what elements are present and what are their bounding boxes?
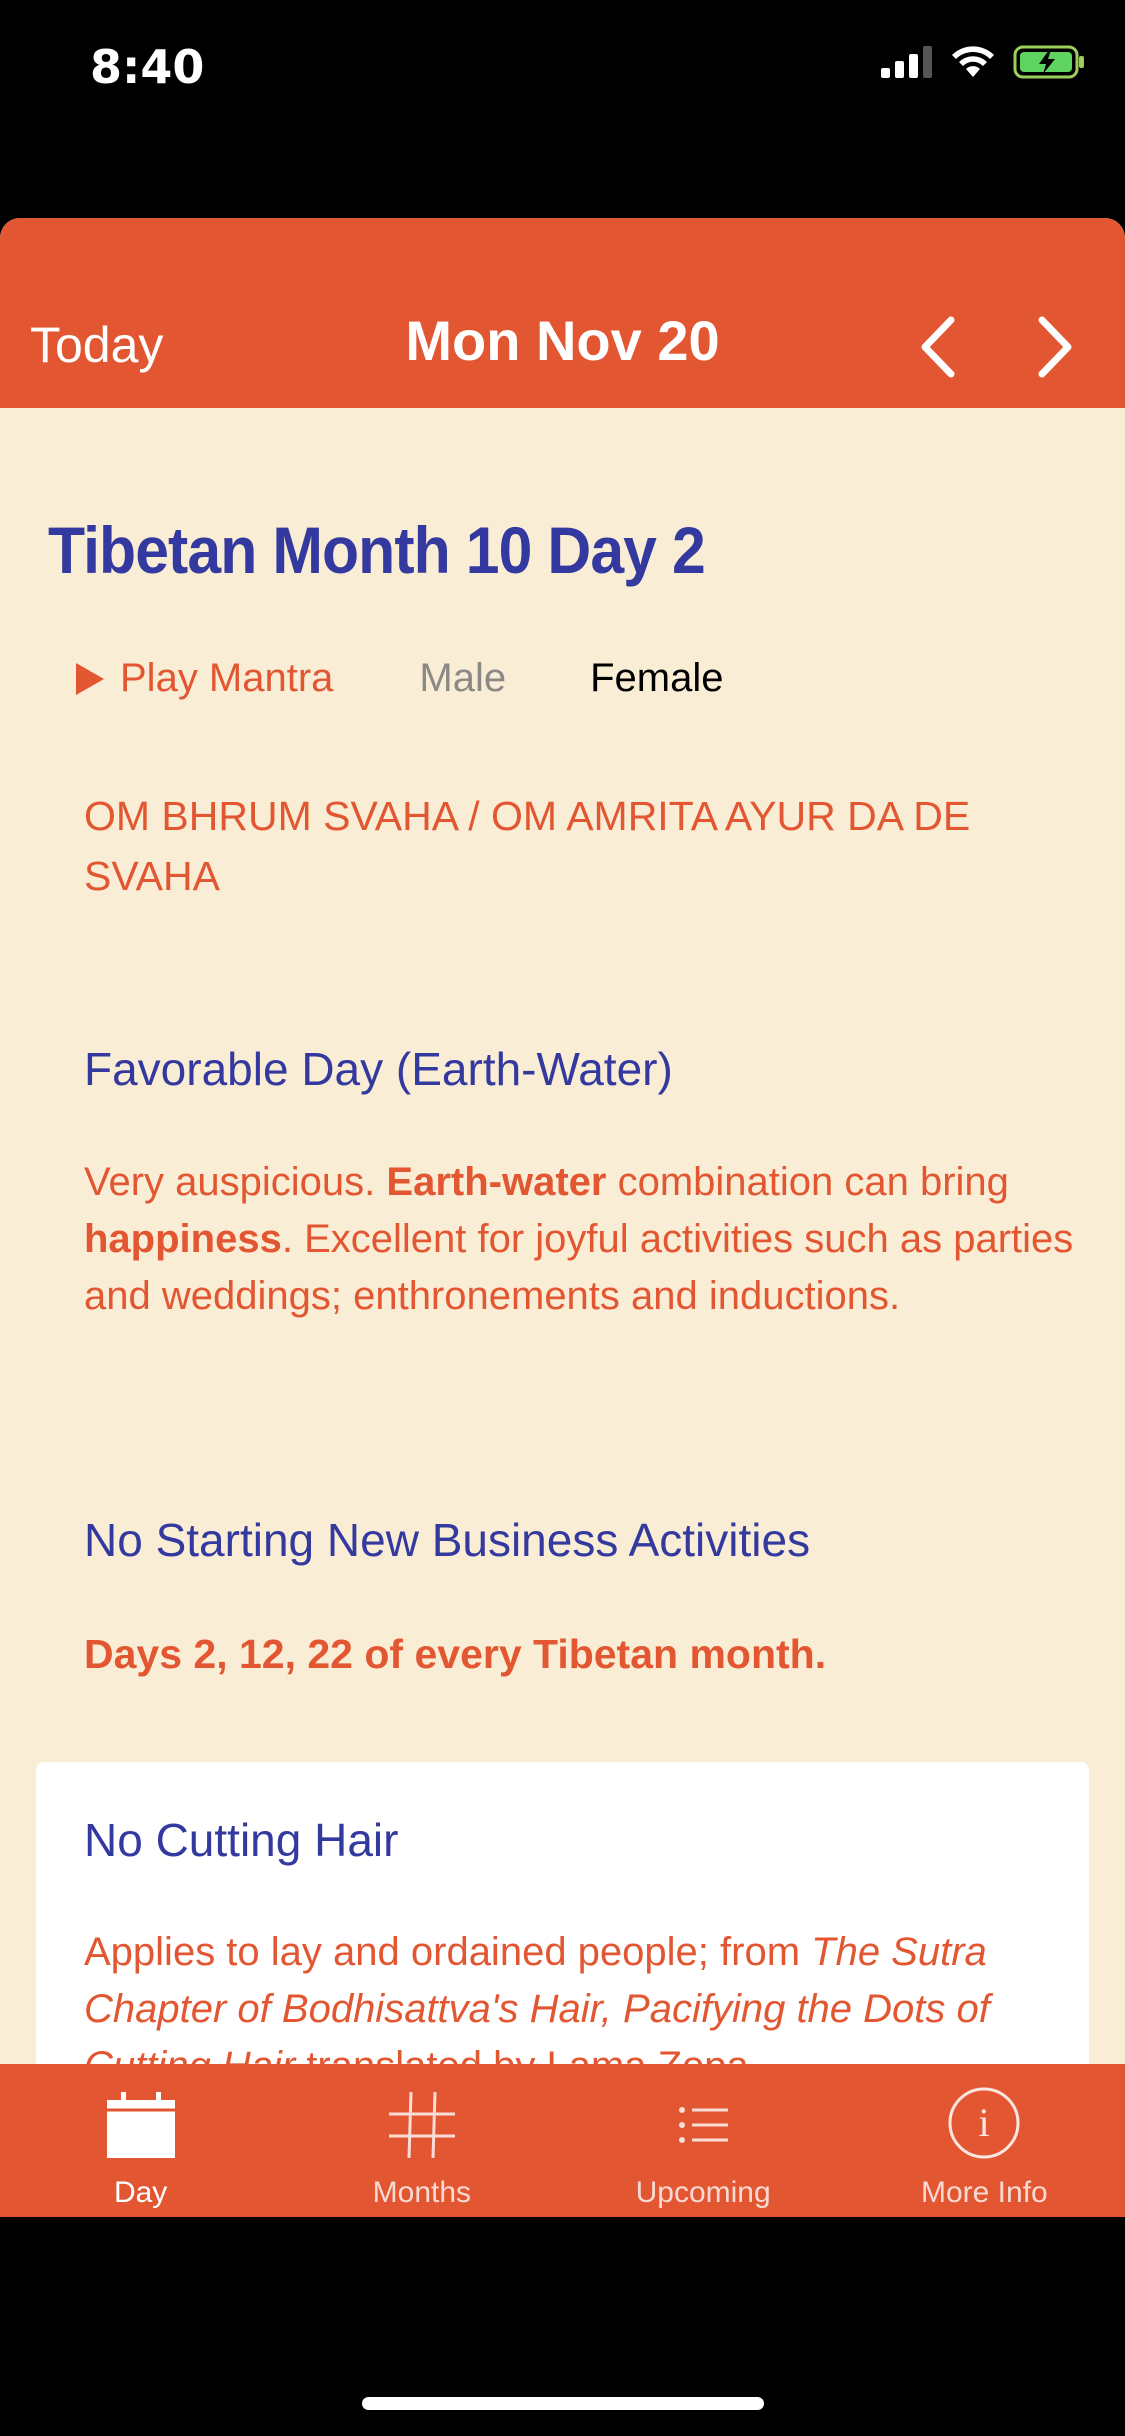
day-content[interactable]: Tibetan Month 10 Day 2 Play Mantra Male … bbox=[0, 408, 1125, 2217]
tab-upcoming[interactable]: Upcoming bbox=[563, 2064, 844, 2217]
play-icon[interactable] bbox=[76, 662, 104, 695]
body-text: Applies to lay and ordained people; from bbox=[84, 1930, 812, 1974]
battery-icon bbox=[1013, 45, 1084, 79]
next-day-button[interactable] bbox=[1030, 312, 1080, 382]
mantra-text: OM BHRUM SVAHA / OM AMRITA AYUR DA DE SV… bbox=[84, 793, 971, 899]
mantra-controls: Play Mantra Male Female bbox=[76, 656, 724, 701]
tab-label: Day bbox=[113, 2176, 168, 2209]
app-window: Today Mon Nov 20 Tibetan Month 10 Day 2 … bbox=[0, 218, 1125, 2217]
body-text: Very auspicious. bbox=[84, 1160, 387, 1204]
nav-bar: Today Mon Nov 20 bbox=[0, 218, 1125, 408]
tab-label: Upcoming bbox=[635, 2176, 771, 2209]
tab-months[interactable]: Months bbox=[281, 2064, 562, 2217]
body-emphasis: happiness bbox=[84, 1217, 282, 1261]
section-body-favorable-day: Very auspicious. Earth-water combination… bbox=[84, 1154, 1074, 1325]
svg-text:i: i bbox=[979, 2100, 990, 2145]
list-icon bbox=[679, 2107, 729, 2143]
wifi-icon bbox=[952, 46, 994, 77]
calendar-icon bbox=[106, 2092, 175, 2158]
tab-label: More Info bbox=[921, 2176, 1048, 2209]
body-text: combination can bring bbox=[606, 1160, 1009, 1204]
status-icons bbox=[881, 44, 1085, 80]
male-voice-option[interactable]: Male bbox=[419, 656, 506, 701]
tab-more-info[interactable]: i More Info bbox=[844, 2064, 1125, 2217]
tab-day[interactable]: Day bbox=[0, 2064, 281, 2217]
page-title: Tibetan Month 10 Day 2 bbox=[48, 513, 706, 587]
section-title-no-business: No Starting New Business Activities bbox=[84, 1514, 811, 1566]
section-body-no-business: Days 2, 12, 22 of every Tibetan month. bbox=[84, 1631, 827, 1677]
grid-icon bbox=[388, 2091, 455, 2159]
tab-bar: Day Months Upcoming i More Info bbox=[0, 2064, 1125, 2217]
home-indicator[interactable] bbox=[362, 2397, 764, 2410]
section-title-favorable-day: Favorable Day (Earth-Water) bbox=[84, 1043, 673, 1095]
status-bar: 8:40 bbox=[0, 0, 1125, 140]
section-title-no-cutting-hair: No Cutting Hair bbox=[84, 1814, 399, 1866]
info-icon: i bbox=[948, 2087, 1020, 2159]
tab-label: Months bbox=[372, 2176, 472, 2209]
body-emphasis: Earth-water bbox=[386, 1160, 607, 1204]
female-voice-option[interactable]: Female bbox=[590, 656, 723, 701]
status-time: 8:40 bbox=[90, 40, 205, 94]
play-mantra-button[interactable]: Play Mantra bbox=[120, 656, 333, 701]
previous-day-button[interactable] bbox=[913, 312, 963, 382]
signal-icon bbox=[881, 46, 932, 78]
